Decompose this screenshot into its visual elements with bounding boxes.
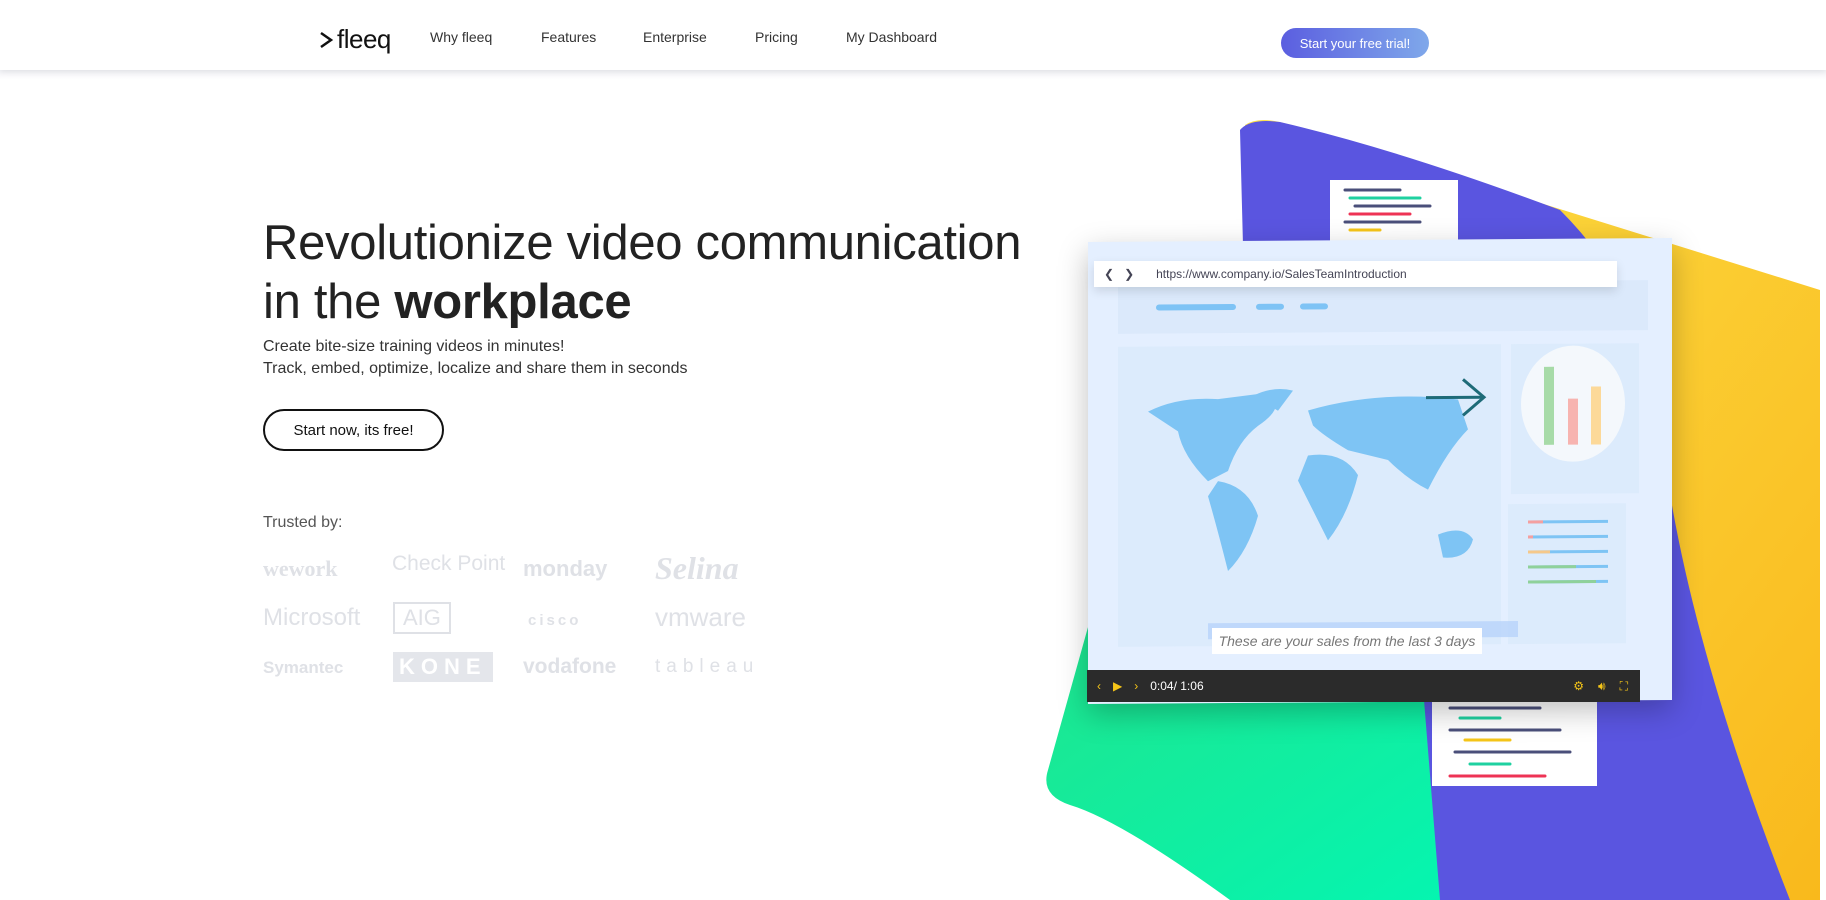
trusted-by-label: Trusted by: <box>263 514 343 531</box>
video-controls: ‹ ▶ › 0:04/ 1:06 ⚙ 🔊︎ ⛶ <box>1087 670 1640 702</box>
code-card-bottom <box>1432 690 1597 786</box>
logo-checkpoint: Check Point <box>392 552 506 575</box>
video-time: 0:04/ 1:06 <box>1150 679 1204 693</box>
nav-why-fleeq[interactable]: Why fleeq <box>430 29 492 45</box>
back-icon[interactable]: ❮ <box>1104 267 1114 281</box>
prev-icon[interactable]: ‹ <box>1097 679 1101 693</box>
volume-icon[interactable]: 🔊︎ <box>1598 679 1606 694</box>
logo-selina: Selina <box>655 550 739 586</box>
next-icon[interactable]: › <box>1134 679 1138 693</box>
nav-enterprise[interactable]: Enterprise <box>643 29 707 45</box>
logo-cisco: cisco <box>528 612 582 629</box>
nav-pricing[interactable]: Pricing <box>755 29 798 45</box>
nav-my-dashboard[interactable]: My Dashboard <box>846 29 937 45</box>
play-icon[interactable]: ▶ <box>1113 679 1122 693</box>
video-caption: These are your sales from the last 3 day… <box>1212 628 1482 654</box>
logo-microsoft: Microsoft <box>263 604 361 631</box>
logo-vmware: vmware <box>655 602 747 632</box>
hero-title: Revolutionize video communication in the … <box>263 216 1022 329</box>
start-now-button[interactable]: Start now, its free! <box>263 409 444 451</box>
play-logo-icon <box>320 31 334 48</box>
forward-icon[interactable]: ❯ <box>1124 267 1134 281</box>
logo-monday: monday <box>523 556 608 581</box>
top-nav: fleeq Why fleeq Features Enterprise Pric… <box>0 0 1826 70</box>
logo-tableau: tableau <box>655 656 760 677</box>
free-trial-button[interactable]: Start your free trial! <box>1281 28 1429 58</box>
logo-kone: KONE <box>393 652 493 682</box>
nav-features[interactable]: Features <box>541 29 596 45</box>
logo-aig: AIG <box>393 602 451 634</box>
nav-shadow <box>0 70 1826 80</box>
fleeq-logo[interactable]: fleeq <box>318 24 391 55</box>
fullscreen-icon[interactable]: ⛶ <box>1620 679 1628 694</box>
logo-symantec: Symantec <box>263 658 344 677</box>
logo-wework: wework <box>263 556 338 581</box>
logo-vodafone: vodafone <box>523 655 617 678</box>
settings-gear-icon[interactable]: ⚙ <box>1573 679 1584 693</box>
hero-subtitle: Create bite-size training videos in minu… <box>263 338 688 377</box>
browser-url-bar[interactable]: ❮ ❯ https://www.company.io/SalesTeamIntro… <box>1094 261 1617 287</box>
